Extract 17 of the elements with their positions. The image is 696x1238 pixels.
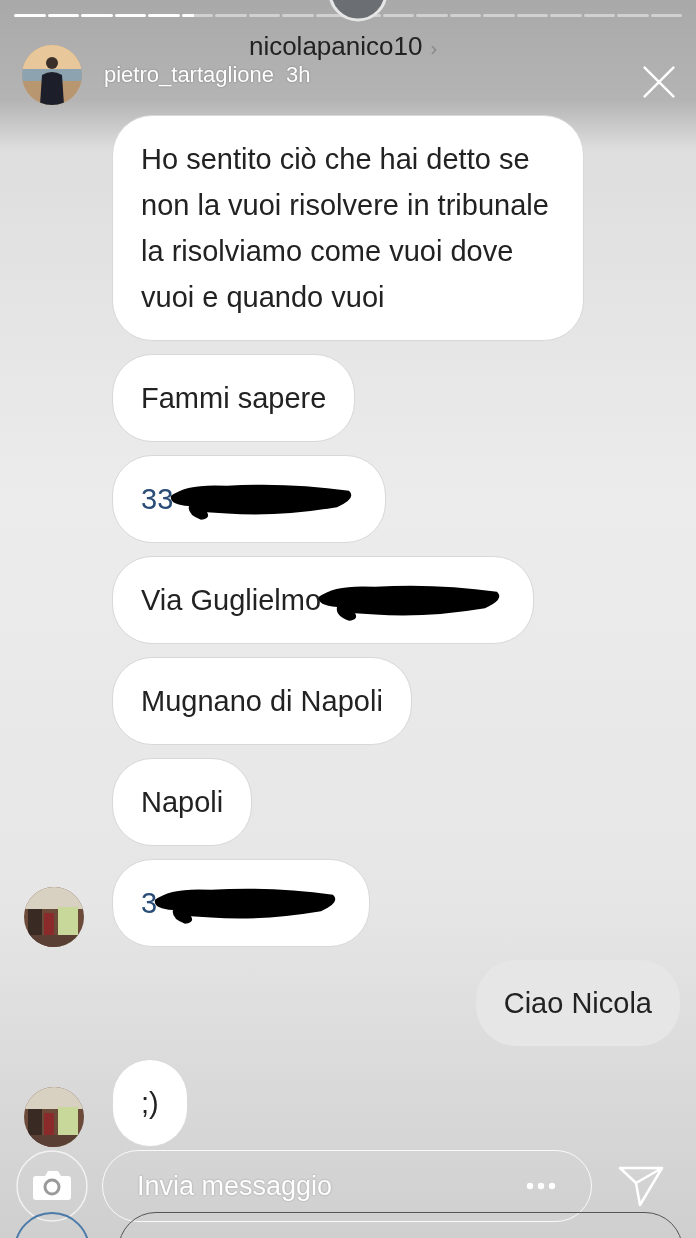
message-text: Fammi sapere: [141, 381, 327, 416]
message-text: ;): [141, 1086, 159, 1121]
more-icon[interactable]: [526, 1182, 556, 1190]
story-time: 3h: [286, 62, 311, 88]
message-text: Ho sentito ciò che hai detto se non la vuoi risolvere in tribunale la risolviamo come vuoi dove vuoi e quando vuoi: [141, 142, 550, 315]
message-text: Via Guglielmo: [141, 583, 321, 618]
close-icon[interactable]: [642, 65, 676, 99]
camera-icon[interactable]: [16, 1150, 88, 1222]
message-text: Mugnano di Napoli: [141, 684, 383, 719]
message-text: Napoli: [141, 785, 224, 820]
phone-link[interactable]: 3: [141, 880, 158, 926]
phone-link[interactable]: 33: [141, 476, 174, 522]
profile-avatar: [328, 0, 388, 22]
send-icon[interactable]: [618, 1165, 664, 1207]
chat-username[interactable]: nicolapanico10: [248, 31, 423, 62]
message-text: Ciao Nicola: [503, 986, 652, 1021]
chevron-icon: ›: [430, 37, 438, 60]
